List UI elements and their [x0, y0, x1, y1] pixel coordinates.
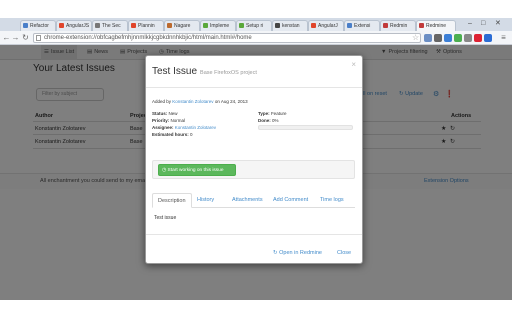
browser-tab[interactable]: AngularJS: [56, 20, 92, 31]
close-window-icon[interactable]: ✕: [495, 20, 501, 28]
extension-icon[interactable]: [484, 34, 492, 42]
modal-tabs: Description History Attachments Add Comm…: [152, 193, 355, 208]
extension-icon[interactable]: [434, 34, 442, 42]
back-icon[interactable]: ←: [2, 33, 11, 43]
tab-favicon-icon: [131, 23, 136, 28]
tab-favicon-icon: [23, 23, 28, 28]
tab-favicon-icon: [419, 23, 424, 28]
address-url: chrome-extension://obfcagbefmhjnnmlkkjcg…: [44, 35, 252, 41]
done-field: Done: 0%: [258, 118, 279, 123]
issue-description: Test issue: [154, 215, 177, 221]
browser-tab[interactable]: Plannin: [128, 20, 164, 31]
tab-favicon-icon: [167, 23, 172, 28]
forward-icon[interactable]: →: [11, 33, 20, 43]
status-field: Status: New: [152, 111, 178, 116]
modal-header: Test Issue Base FirefoxOS project ×: [146, 56, 362, 88]
assignee-link[interactable]: Konstantin Zolotarev: [175, 125, 216, 130]
issue-modal: Test Issue Base FirefoxOS project × Added…: [145, 55, 363, 264]
tab-favicon-icon: [275, 23, 280, 28]
minimize-icon[interactable]: –: [468, 20, 472, 28]
extension-icon[interactable]: [444, 34, 452, 42]
tab-description[interactable]: Description: [152, 193, 192, 208]
author-link[interactable]: Konstantin Zolotarev: [172, 99, 213, 104]
close-button[interactable]: Close: [337, 250, 351, 256]
assignee-field: Assignee: Konstantin Zolotarev: [152, 125, 217, 130]
browser-tab[interactable]: Nagare: [164, 20, 200, 31]
page-icon: [36, 35, 41, 41]
tab-favicon-icon: [59, 23, 64, 28]
browser-tab[interactable]: Extensi: [344, 20, 380, 31]
browser-window: Refactor AngularJS The Sec Plannin Nagar…: [0, 18, 512, 300]
tab-add-comment[interactable]: Add Comment: [268, 193, 313, 208]
tab-favicon-icon: [383, 23, 388, 28]
bookmark-star-icon[interactable]: ☆: [412, 33, 420, 42]
browser-tab[interactable]: AngularJ: [308, 20, 344, 31]
browser-tab[interactable]: Redmin: [380, 20, 416, 31]
extension-icon[interactable]: [454, 34, 462, 42]
browser-tab[interactable]: kenstan: [272, 20, 308, 31]
browser-tab-active[interactable]: Redmine: [416, 20, 456, 31]
close-icon[interactable]: ×: [351, 60, 356, 69]
action-well: ◷ Start working on this issue: [152, 160, 355, 179]
menu-icon[interactable]: ≡: [499, 33, 508, 43]
done-progress-bar: [258, 125, 353, 130]
tab-strip: Refactor AngularJS The Sec Plannin Nagar…: [0, 18, 512, 31]
maximize-icon[interactable]: □: [481, 20, 485, 28]
tab-favicon-icon: [95, 23, 100, 28]
browser-tab[interactable]: The Sec: [92, 20, 128, 31]
type-field: Type: Feature: [258, 111, 287, 116]
added-info: Added by Konstantin Zolotarev on Aug 24,…: [152, 99, 248, 104]
tab-favicon-icon: [347, 23, 352, 28]
browser-tab[interactable]: Setup ri: [236, 20, 272, 31]
browser-toolbar: ← → ↻ chrome-extension://obfcagbefmhjnnm…: [0, 31, 512, 45]
modal-footer: [146, 234, 362, 264]
tab-favicon-icon: [203, 23, 208, 28]
browser-tab[interactable]: Refactor: [20, 20, 56, 31]
modal-project: Base FirefoxOS project: [200, 70, 257, 76]
tab-attachments[interactable]: Attachments: [227, 193, 268, 208]
browser-tab[interactable]: Impleme: [200, 20, 236, 31]
reload-icon[interactable]: ↻: [21, 33, 30, 43]
extension-icon[interactable]: [474, 34, 482, 42]
address-bar[interactable]: chrome-extension://obfcagbefmhjnnmlkkjcg…: [33, 33, 421, 43]
redmine-extension-icon[interactable]: [424, 34, 432, 42]
tab-favicon-icon: [239, 23, 244, 28]
priority-field: Priority: Normal: [152, 118, 186, 123]
start-working-button[interactable]: ◷ Start working on this issue: [158, 164, 236, 176]
modal-title: Test Issue Base FirefoxOS project: [152, 66, 257, 77]
tab-time-logs[interactable]: Time logs: [315, 193, 349, 208]
extension-icon[interactable]: [464, 34, 472, 42]
open-in-redmine-button[interactable]: ↻ Open in Redmine: [273, 250, 322, 256]
tab-history[interactable]: History: [192, 193, 219, 208]
tab-favicon-icon: [311, 23, 316, 28]
estimated-hours-field: Estimated hours: 0: [152, 132, 193, 137]
